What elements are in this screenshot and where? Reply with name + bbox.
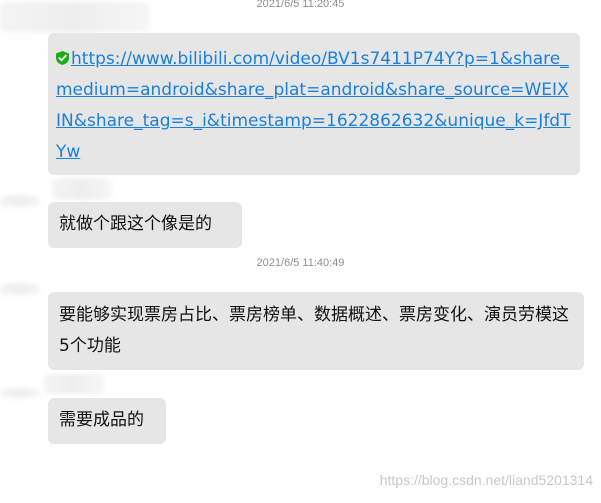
link-message-bubble[interactable]: https://www.bilibili.com/video/BV1s7411P… [48,33,580,175]
chat-window: 2021/6/5 11:20:45 https://www.bilibili.c… [0,0,601,503]
shield-check-icon [56,51,69,65]
message-bubble[interactable]: 要能够实现票房占比、票房榜单、数据概述、票房变化、演员劳模这5个功能 [48,292,584,370]
shared-link[interactable]: https://www.bilibili.com/video/BV1s7411P… [56,44,572,168]
message-bubble[interactable]: 就做个跟这个像是的 [48,202,242,248]
message-text: 要能够实现票房占比、票房榜单、数据概述、票房变化、演员劳模这5个功能 [59,305,569,356]
avatar-blur [52,178,112,200]
avatar-blur [0,195,40,207]
avatar-blur [0,388,40,398]
message-text: 就做个跟这个像是的 [59,214,212,234]
link-url: https://www.bilibili.com/video/BV1s7411P… [56,49,571,162]
message-text: 需要成品的 [59,410,144,430]
message-bubble[interactable]: 需要成品的 [48,398,166,444]
watermark: https://blog.csdn.net/liand5201314 [379,472,593,488]
timestamp: 2021/6/5 11:20:45 [256,0,345,10]
avatar-blur [0,283,40,295]
timestamp: 2021/6/5 11:40:49 [256,257,345,269]
avatar-blur [44,374,104,394]
